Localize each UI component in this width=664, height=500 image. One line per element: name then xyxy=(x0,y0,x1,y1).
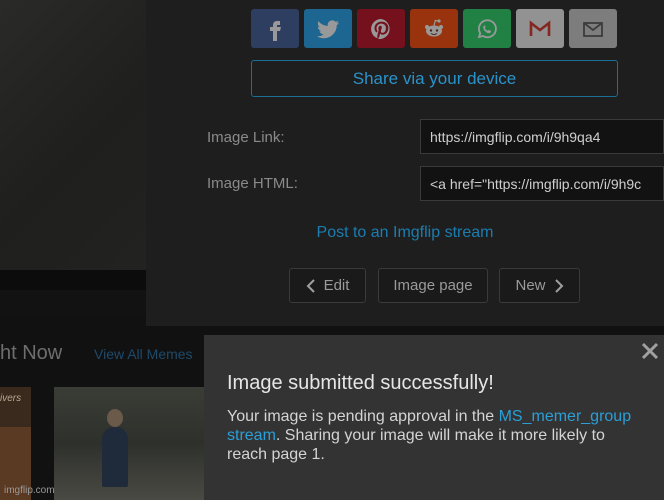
thumbnail-caption: ivers xyxy=(0,393,22,404)
toast-message-prefix: Your image is pending approval in the xyxy=(227,408,499,425)
new-button-label: New xyxy=(515,277,546,294)
image-caption-bar xyxy=(0,270,146,290)
gmail-icon xyxy=(529,19,551,36)
pinterest-icon xyxy=(371,18,390,39)
share-via-device-button[interactable]: Share via your device xyxy=(251,60,618,97)
image-link-label: Image Link: xyxy=(207,129,285,146)
whatsapp-icon xyxy=(477,18,497,38)
imgflip-watermark: imgflip.com xyxy=(4,485,55,496)
share-email-button[interactable] xyxy=(569,9,617,48)
toast-message: Your image is pending approval in the MS… xyxy=(227,407,647,464)
image-link-input[interactable] xyxy=(420,119,664,154)
image-page-button[interactable]: Image page xyxy=(378,268,488,303)
image-html-label: Image HTML: xyxy=(207,175,298,192)
image-html-input[interactable] xyxy=(420,166,664,201)
new-button[interactable]: New xyxy=(499,268,580,303)
share-whatsapp-button[interactable] xyxy=(463,9,511,48)
section-title: ht Now xyxy=(0,342,63,364)
image-page-button-label: Image page xyxy=(393,277,473,294)
chevron-left-icon xyxy=(306,278,315,293)
submission-toast: Image submitted successfully! Your image… xyxy=(204,335,664,500)
toast-message-suffix: . Sharing your image will make it more l… xyxy=(227,427,605,463)
meme-image xyxy=(0,0,146,270)
share-pinterest-button[interactable] xyxy=(357,9,405,48)
reddit-icon xyxy=(425,18,443,36)
share-facebook-button[interactable] xyxy=(251,9,299,48)
share-panel: Share via your device Image Link: Image … xyxy=(146,0,664,326)
twitter-icon xyxy=(317,19,339,38)
close-icon[interactable] xyxy=(640,341,660,361)
share-twitter-button[interactable] xyxy=(304,9,352,48)
edit-button[interactable]: Edit xyxy=(289,268,366,303)
meme-thumbnail[interactable]: ivers xyxy=(0,387,31,500)
email-icon xyxy=(583,21,603,37)
meme-thumbnail[interactable] xyxy=(54,387,204,500)
chevron-right-icon xyxy=(554,278,563,293)
post-to-stream-link[interactable]: Post to an Imgflip stream xyxy=(146,224,664,242)
share-gmail-button[interactable] xyxy=(516,9,564,48)
thumbnail-figure-head xyxy=(107,409,123,427)
view-all-memes-link[interactable]: View All Memes xyxy=(94,346,193,362)
share-reddit-button[interactable] xyxy=(410,9,458,48)
thumbnail-figure xyxy=(102,427,128,487)
toast-title: Image submitted successfully! xyxy=(227,372,494,394)
facebook-icon xyxy=(270,20,281,41)
edit-button-label: Edit xyxy=(323,277,350,294)
